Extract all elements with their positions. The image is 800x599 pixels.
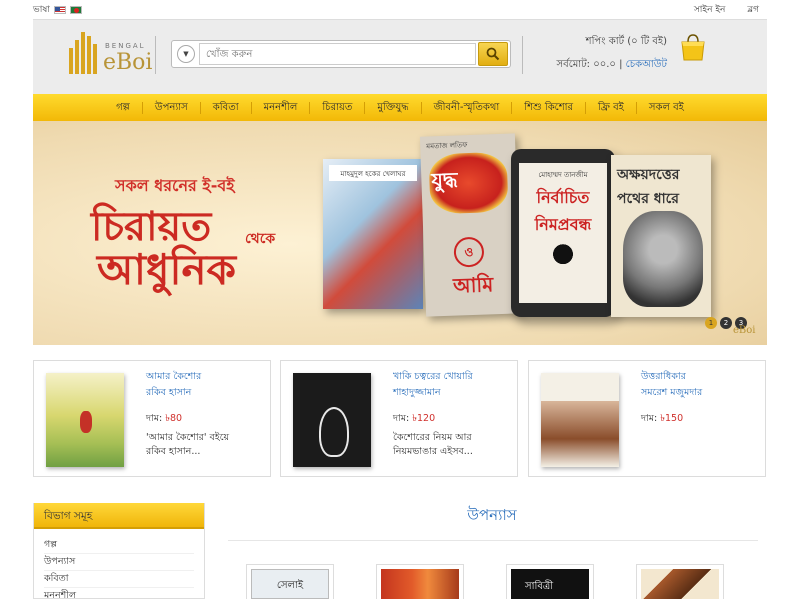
banner-book-1: মাহমুদুল হকের খেলাঘর <box>323 159 423 309</box>
book-cover[interactable] <box>46 373 124 467</box>
book-price: ৳150 <box>660 413 684 424</box>
nav-item-novel[interactable]: উপন্যাস <box>141 101 200 114</box>
language-label: ভাষা <box>33 5 50 15</box>
nav-item-essay[interactable]: মননশীল <box>250 101 310 114</box>
nav-item-all-books[interactable]: সকল বই <box>635 101 696 114</box>
price-label: দাম: <box>641 413 658 424</box>
signin-link[interactable]: সাইন ইন <box>694 2 726 17</box>
banner-heading-from: থেকে <box>245 231 276 247</box>
book-author[interactable]: শাহাদুজ্জামান <box>393 385 511 401</box>
tablet-book-title: নির্বাচিত নিমপ্রবন্ধ <box>534 188 592 234</box>
search-category-dropdown[interactable]: ▼ <box>177 45 195 63</box>
banner-book-2-title-2: আমি <box>452 272 494 298</box>
logo-subtitle: BENGAL <box>105 42 146 50</box>
section-title: উপন্যাস <box>467 506 517 524</box>
book-title[interactable]: আমার কৈশোর <box>146 369 264 385</box>
banner-book-4-portrait <box>623 211 703 307</box>
sidebar-item-poetry[interactable]: কবিতা <box>44 571 194 588</box>
shopping-bag-icon[interactable] <box>679 32 707 62</box>
slider-dot-2[interactable]: 2 <box>720 317 732 329</box>
header-divider <box>522 36 523 74</box>
bangladesh-flag-icon[interactable] <box>69 5 82 14</box>
book-author[interactable]: সমরেশ মজুমদার <box>641 385 759 401</box>
cart-total-value: ০০.০ <box>593 59 616 70</box>
category-sidebar: বিভাগ সমূহ গল্প উপন্যাস কবিতা মননশীল <box>33 503 205 599</box>
book-price: ৳120 <box>412 413 436 424</box>
book-grid-item[interactable] <box>636 564 724 599</box>
book-price: ৳80 <box>165 413 183 424</box>
nav-item-liberation-war[interactable]: মুক্তিযুদ্ধ <box>364 101 420 114</box>
banner-logo: eBoi <box>733 325 756 336</box>
nav-item-biography[interactable]: জীবনী-স্মৃতিকথা <box>420 101 512 114</box>
featured-book-card[interactable]: উত্তরাধিকার সমরেশ মজুমদার দাম: ৳150 <box>528 360 766 477</box>
tablet-book-author: মোহাম্মদ তানজীম <box>538 171 588 179</box>
hero-banner[interactable]: সকল ধরনের ই-বই চিরায়ত থেকে আধুনিক মাহমু… <box>33 121 767 345</box>
book-cover-text: সেলাই <box>276 580 304 591</box>
slider-dot-1[interactable]: 1 <box>705 317 717 329</box>
book-title[interactable]: উত্তরাধিকার <box>641 369 759 385</box>
search-bar: ▼ <box>171 40 511 68</box>
search-icon <box>486 47 500 61</box>
section-divider <box>228 540 758 541</box>
price-label: দাম: <box>146 413 163 424</box>
nav-item-story[interactable]: গল্প <box>104 102 142 114</box>
nav-item-poetry[interactable]: কবিতা <box>199 101 251 114</box>
banner-book-2-author: মমতাজ লতিফ <box>426 141 468 151</box>
language-selector: ভাষা <box>33 2 82 17</box>
book-description: কৈশোরের নিয়ম আর <box>393 432 472 443</box>
banner-book-2-o: ও <box>453 236 485 268</box>
cart-count: (০ টি বই) <box>627 36 667 47</box>
logo-text: eBoi <box>103 50 153 75</box>
search-button[interactable] <box>478 42 508 66</box>
banner-book-1-title: মাহমুদুল হকের খেলাঘর <box>329 165 417 181</box>
checkout-link[interactable]: চেকআউট <box>626 59 667 70</box>
featured-book-card[interactable]: খাকি চত্বরের খোয়ারি শাহাদুজ্জামান দাম: … <box>280 360 518 477</box>
site-header: BENGAL eBoi ▼ শপিং কার্ট (০ টি বই) সর্বম… <box>33 20 767 94</box>
cart-label: শপিং কার্ট <box>585 36 625 47</box>
site-logo[interactable]: BENGAL eBoi <box>69 30 153 80</box>
banner-heading-modern: আধুনিক <box>97 245 236 294</box>
book-description: নিয়মভাঙার এইসব... <box>393 446 473 457</box>
nav-item-children[interactable]: শিশু কিশোর <box>511 101 585 114</box>
book-description: রকিব হাসান... <box>146 446 201 457</box>
banner-tablet: মোহাম্মদ তানজীম নির্বাচিত নিমপ্রবন্ধ <box>511 149 615 317</box>
logo-bars-icon <box>69 32 97 74</box>
header-divider <box>155 36 156 74</box>
banner-book-4: অক্ষয়দত্তের পথের ধারে <box>611 155 711 317</box>
chevron-down-icon: ▼ <box>183 50 189 58</box>
featured-book-card[interactable]: আমার কৈশোর রকিব হাসান দাম: ৳80 'আমার কৈশ… <box>33 360 271 477</box>
banner-book-4-title: অক্ষয়দত্তের পথের ধারে <box>617 167 680 207</box>
price-label: দাম: <box>393 413 410 424</box>
blog-link[interactable]: ব্লগ <box>747 2 759 17</box>
book-grid-item[interactable]: সেলাই <box>246 564 334 599</box>
cart-total-label: সর্বমোট: <box>556 59 591 70</box>
leaf-icon <box>549 243 577 271</box>
book-grid-item[interactable]: সাবিত্রী <box>506 564 594 599</box>
us-flag-icon[interactable] <box>53 5 66 14</box>
book-cover-text: সাবিত্রী <box>525 581 554 592</box>
main-navigation: গল্প উপন্যাস কবিতা মননশীল চিরায়ত মুক্তি… <box>33 94 767 121</box>
book-cover[interactable] <box>541 373 619 467</box>
sidebar-item-story[interactable]: গল্প <box>44 537 194 554</box>
book-title[interactable]: খাকি চত্বরের খোয়ারি <box>393 369 511 385</box>
book-cover[interactable] <box>293 373 371 467</box>
nav-item-free-books[interactable]: ফ্রি বই <box>585 101 636 114</box>
book-description: 'আমার কৈশোর' বইয়ে <box>146 432 230 443</box>
banner-book-2-title: যুদ্ধ <box>430 167 459 193</box>
nav-item-classic[interactable]: চিরায়ত <box>309 101 364 114</box>
book-author[interactable]: রকিব হাসান <box>146 385 264 401</box>
sidebar-item-essay[interactable]: মননশীল <box>44 588 194 599</box>
book-grid-item[interactable] <box>376 564 464 599</box>
search-input[interactable] <box>199 43 476 65</box>
tablet-screen: মোহাম্মদ তানজীম নির্বাচিত নিমপ্রবন্ধ <box>519 163 607 303</box>
sidebar-title: বিভাগ সমূহ <box>34 503 204 529</box>
top-bar: ভাষা সাইন ইন ব্লগ <box>33 0 767 20</box>
sidebar-item-novel[interactable]: উপন্যাস <box>44 554 194 571</box>
banner-book-2: মমতাজ লতিফ যুদ্ধ ও আমি <box>419 133 522 317</box>
